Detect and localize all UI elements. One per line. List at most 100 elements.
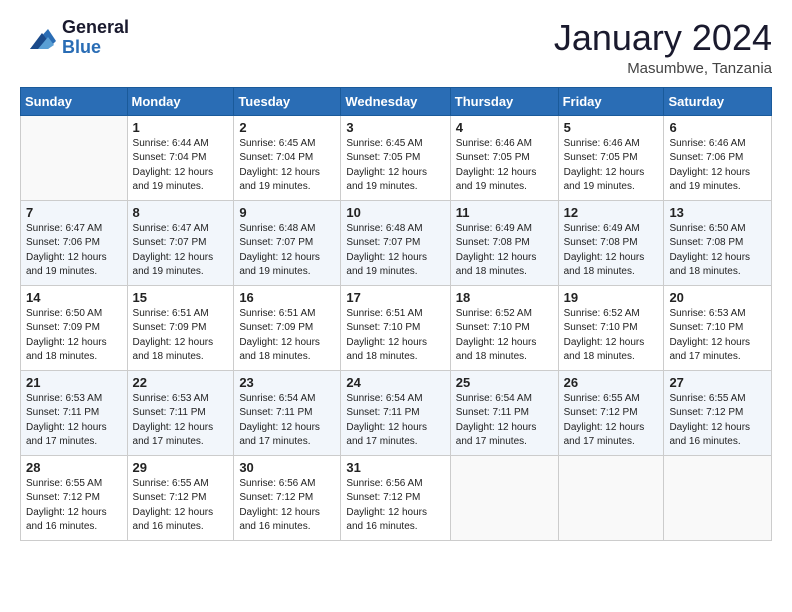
location: Masumbwe, Tanzania bbox=[554, 60, 772, 77]
cell-details: Sunrise: 6:45 AMSunset: 7:05 PMDaylight:… bbox=[346, 137, 444, 195]
day-header-friday: Friday bbox=[558, 87, 664, 115]
day-number: 29 bbox=[133, 460, 229, 475]
day-number: 18 bbox=[456, 290, 553, 305]
day-number: 16 bbox=[239, 290, 335, 305]
calendar-cell bbox=[21, 115, 128, 200]
day-number: 9 bbox=[239, 205, 335, 220]
cell-details: Sunrise: 6:49 AMSunset: 7:08 PMDaylight:… bbox=[564, 222, 659, 280]
cell-details: Sunrise: 6:53 AMSunset: 7:11 PMDaylight:… bbox=[133, 392, 229, 450]
calendar-week-4: 21 Sunrise: 6:53 AMSunset: 7:11 PMDayligh… bbox=[21, 370, 772, 455]
calendar-cell: 17Sunrise: 6:51 AMSunset: 7:10 PMDayligh… bbox=[341, 285, 450, 370]
cell-details: Sunrise: 6:51 AMSunset: 7:09 PMDaylight:… bbox=[239, 307, 335, 365]
cell-details: Sunrise: 6:56 AMSunset: 7:12 PMDaylight:… bbox=[346, 477, 444, 535]
day-number: 28 bbox=[26, 460, 122, 475]
calendar-cell: 31 Sunrise: 6:56 AMSunset: 7:12 PMDayligh… bbox=[341, 455, 450, 540]
cell-details: Sunrise: 6:50 AMSunset: 7:09 PMDaylight:… bbox=[26, 307, 122, 365]
calendar-week-3: 14 Sunrise: 6:50 AMSunset: 7:09 PMDayligh… bbox=[21, 285, 772, 370]
calendar-cell: 1 Sunrise: 6:44 AMSunset: 7:04 PMDaylight… bbox=[127, 115, 234, 200]
calendar-cell: 18 Sunrise: 6:52 AMSunset: 7:10 PMDayligh… bbox=[450, 285, 558, 370]
day-number: 5 bbox=[564, 120, 659, 135]
calendar-cell: 5 Sunrise: 6:46 AMSunset: 7:05 PMDaylight… bbox=[558, 115, 664, 200]
day-number: 19 bbox=[564, 290, 659, 305]
cell-details: Sunrise: 6:45 AMSunset: 7:04 PMDaylight:… bbox=[239, 137, 335, 195]
calendar-cell: 29 Sunrise: 6:55 AMSunset: 7:12 PMDayligh… bbox=[127, 455, 234, 540]
calendar-cell bbox=[558, 455, 664, 540]
calendar-cell bbox=[664, 455, 772, 540]
calendar-cell: 26 Sunrise: 6:55 AMSunset: 7:12 PMDayligh… bbox=[558, 370, 664, 455]
calendar-cell: 20 Sunrise: 6:53 AMSunset: 7:10 PMDayligh… bbox=[664, 285, 772, 370]
day-number: 4 bbox=[456, 120, 553, 135]
calendar-cell: 25Sunrise: 6:54 AMSunset: 7:11 PMDayligh… bbox=[450, 370, 558, 455]
day-number: 13 bbox=[669, 205, 766, 220]
cell-details: Sunrise: 6:54 AMSunset: 7:11 PMDaylight:… bbox=[456, 392, 553, 450]
calendar-cell: 30 Sunrise: 6:56 AMSunset: 7:12 PMDayligh… bbox=[234, 455, 341, 540]
cell-details: Sunrise: 6:56 AMSunset: 7:12 PMDaylight:… bbox=[239, 477, 335, 535]
day-number: 22 bbox=[133, 375, 229, 390]
calendar-cell: 3 Sunrise: 6:45 AMSunset: 7:05 PMDaylight… bbox=[341, 115, 450, 200]
day-number: 15 bbox=[133, 290, 229, 305]
day-number: 14 bbox=[26, 290, 122, 305]
calendar-cell: 21Sunrise: 6:53 AMSunset: 7:11 PMDayligh… bbox=[21, 370, 128, 455]
day-header-tuesday: Tuesday bbox=[234, 87, 341, 115]
day-number: 24 bbox=[346, 375, 444, 390]
logo-icon bbox=[20, 19, 58, 57]
cell-details: Sunrise: 6:48 AMSunset: 7:07 PMDaylight:… bbox=[346, 222, 444, 280]
logo-general-text: General bbox=[62, 18, 129, 38]
calendar-cell: 4 Sunrise: 6:46 AMSunset: 7:05 PMDaylight… bbox=[450, 115, 558, 200]
calendar-cell: 8 Sunrise: 6:47 AMSunset: 7:07 PMDaylight… bbox=[127, 200, 234, 285]
cell-details: Sunrise: 6:47 AMSunset: 7:06 PMDaylight:… bbox=[26, 222, 122, 280]
cell-details: Sunrise: 6:51 AMSunset: 7:09 PMDaylight:… bbox=[133, 307, 229, 365]
cell-details: Sunrise: 6:55 AMSunset: 7:12 PMDaylight:… bbox=[133, 477, 229, 535]
calendar-week-1: 1 Sunrise: 6:44 AMSunset: 7:04 PMDaylight… bbox=[21, 115, 772, 200]
day-number: 7 bbox=[26, 205, 122, 220]
calendar-table: SundayMondayTuesdayWednesdayThursdayFrid… bbox=[20, 87, 772, 541]
day-number: 20 bbox=[669, 290, 766, 305]
logo: General Blue bbox=[20, 18, 129, 58]
day-number: 31 bbox=[346, 460, 444, 475]
calendar-cell: 13 Sunrise: 6:50 AMSunset: 7:08 PMDayligh… bbox=[664, 200, 772, 285]
calendar-cell: 10Sunrise: 6:48 AMSunset: 7:07 PMDayligh… bbox=[341, 200, 450, 285]
calendar-cell: 22 Sunrise: 6:53 AMSunset: 7:11 PMDayligh… bbox=[127, 370, 234, 455]
calendar-cell bbox=[450, 455, 558, 540]
day-number: 12 bbox=[564, 205, 659, 220]
calendar-cell: 7 Sunrise: 6:47 AMSunset: 7:06 PMDaylight… bbox=[21, 200, 128, 285]
cell-details: Sunrise: 6:46 AMSunset: 7:05 PMDaylight:… bbox=[564, 137, 659, 195]
cell-details: Sunrise: 6:47 AMSunset: 7:07 PMDaylight:… bbox=[133, 222, 229, 280]
calendar-cell: 15 Sunrise: 6:51 AMSunset: 7:09 PMDayligh… bbox=[127, 285, 234, 370]
day-number: 1 bbox=[133, 120, 229, 135]
logo-blue-text: Blue bbox=[62, 38, 129, 58]
cell-details: Sunrise: 6:50 AMSunset: 7:08 PMDaylight:… bbox=[669, 222, 766, 280]
cell-details: Sunrise: 6:49 AMSunset: 7:08 PMDaylight:… bbox=[456, 222, 553, 280]
cell-details: Sunrise: 6:52 AMSunset: 7:10 PMDaylight:… bbox=[456, 307, 553, 365]
cell-details: Sunrise: 6:55 AMSunset: 7:12 PMDaylight:… bbox=[669, 392, 766, 450]
day-number: 6 bbox=[669, 120, 766, 135]
day-number: 27 bbox=[669, 375, 766, 390]
cell-details: Sunrise: 6:51 AMSunset: 7:10 PMDaylight:… bbox=[346, 307, 444, 365]
day-number: 11 bbox=[456, 205, 553, 220]
cell-details: Sunrise: 6:46 AMSunset: 7:05 PMDaylight:… bbox=[456, 137, 553, 195]
cell-details: Sunrise: 6:55 AMSunset: 7:12 PMDaylight:… bbox=[26, 477, 122, 535]
page: General Blue January 2024 Masumbwe, Tanz… bbox=[0, 0, 792, 612]
header: General Blue January 2024 Masumbwe, Tanz… bbox=[20, 18, 772, 77]
day-number: 3 bbox=[346, 120, 444, 135]
cell-details: Sunrise: 6:54 AMSunset: 7:11 PMDaylight:… bbox=[239, 392, 335, 450]
day-number: 30 bbox=[239, 460, 335, 475]
month-title: January 2024 bbox=[554, 18, 772, 58]
day-number: 21 bbox=[26, 375, 122, 390]
calendar-cell: 6Sunrise: 6:46 AMSunset: 7:06 PMDaylight… bbox=[664, 115, 772, 200]
day-header-saturday: Saturday bbox=[664, 87, 772, 115]
day-header-sunday: Sunday bbox=[21, 87, 128, 115]
cell-details: Sunrise: 6:44 AMSunset: 7:04 PMDaylight:… bbox=[133, 137, 229, 195]
calendar-week-2: 7 Sunrise: 6:47 AMSunset: 7:06 PMDaylight… bbox=[21, 200, 772, 285]
cell-details: Sunrise: 6:55 AMSunset: 7:12 PMDaylight:… bbox=[564, 392, 659, 450]
calendar-cell: 11 Sunrise: 6:49 AMSunset: 7:08 PMDayligh… bbox=[450, 200, 558, 285]
cell-details: Sunrise: 6:48 AMSunset: 7:07 PMDaylight:… bbox=[239, 222, 335, 280]
day-header-thursday: Thursday bbox=[450, 87, 558, 115]
calendar-cell: 16 Sunrise: 6:51 AMSunset: 7:09 PMDayligh… bbox=[234, 285, 341, 370]
day-number: 8 bbox=[133, 205, 229, 220]
day-number: 26 bbox=[564, 375, 659, 390]
cell-details: Sunrise: 6:53 AMSunset: 7:10 PMDaylight:… bbox=[669, 307, 766, 365]
logo-text: General Blue bbox=[62, 18, 129, 58]
calendar-header-row: SundayMondayTuesdayWednesdayThursdayFrid… bbox=[21, 87, 772, 115]
calendar-week-5: 28 Sunrise: 6:55 AMSunset: 7:12 PMDayligh… bbox=[21, 455, 772, 540]
